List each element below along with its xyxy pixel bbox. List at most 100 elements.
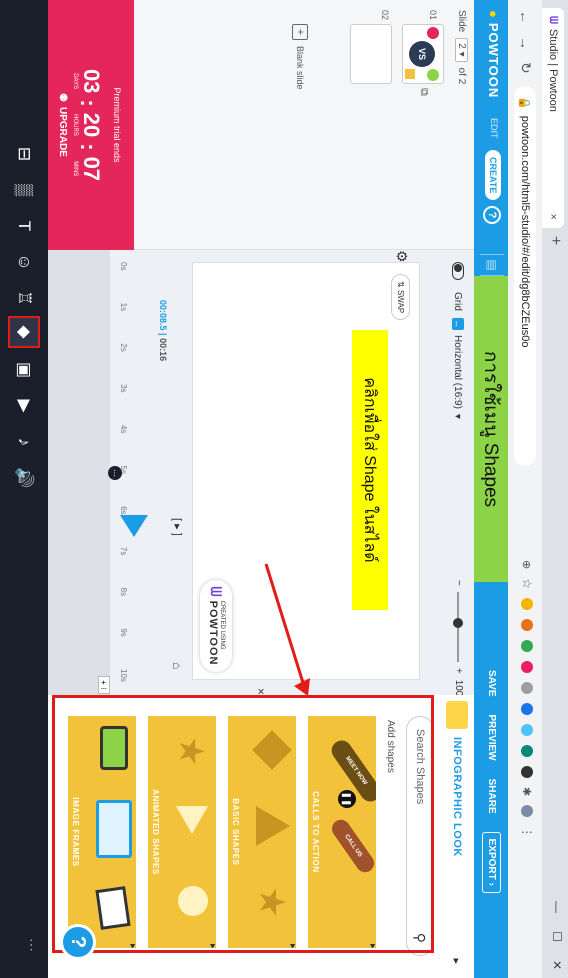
slide-count: of 2 (456, 67, 467, 85)
video-icon[interactable]: ▶ (10, 392, 38, 420)
create-mode-button[interactable]: CREATE (485, 150, 501, 201)
media-icon[interactable]: ▣ (10, 356, 38, 384)
browser-tab[interactable]: ᗯ Studio | Powtoon × (542, 8, 564, 228)
new-tab-icon[interactable]: + (546, 236, 564, 245)
blank-slide-button[interactable]: + Blank slide (292, 24, 308, 90)
shapes-icon[interactable]: ◆ (8, 316, 40, 348)
preview-button[interactable]: PREVIEW (486, 715, 497, 761)
expand-arrow-icon[interactable]: ▸ (451, 958, 464, 964)
zoom-slider-knob[interactable] (453, 617, 464, 628)
upgrade-button[interactable]: ⚉ UPGRADE (57, 0, 68, 250)
aspect-ratio-select[interactable]: ↔ Horizontal (16:9) ▾ (452, 318, 464, 419)
help-bubble-button[interactable]: ? (60, 924, 96, 960)
bg-pattern-icon[interactable]: ▒ (10, 176, 38, 204)
minimize-icon[interactable]: — (550, 901, 564, 913)
chevron-down-icon: ▾ (452, 413, 464, 419)
url-field[interactable]: 🔒 powtoon.com/html5-studio/#/edit/dg8bCZ… (514, 86, 536, 466)
countdown-mins: 07 MINS (72, 157, 104, 181)
slide-selector: Slide 2 ▾ of 2 (455, 10, 468, 84)
tick-label: 0s (119, 262, 128, 271)
lock-icon: 🔒 (518, 96, 531, 110)
vs-thumb: VS (409, 41, 435, 67)
forward-icon[interactable]: → (518, 36, 534, 50)
star-icon[interactable]: ☆ (520, 578, 534, 589)
extension-blue-icon[interactable] (521, 702, 533, 715)
mins-label: MINS (72, 161, 78, 177)
ratio-label: Horizontal (16:9) (452, 335, 464, 409)
upgrade-label: UPGRADE (57, 106, 68, 157)
extension-green-icon[interactable] (521, 639, 533, 652)
props-icon[interactable]: ♖ (10, 284, 38, 312)
tab-close-icon[interactable]: × (547, 214, 559, 220)
extension-teal-icon[interactable] (521, 744, 533, 757)
thumb-dot-icon (427, 69, 439, 81)
tick-label: 3s (119, 384, 128, 393)
bookmark-puzzle-icon[interactable]: ✱ (521, 787, 534, 796)
extension-lightblue-icon[interactable] (521, 723, 533, 736)
zoom-in-icon[interactable]: + (453, 668, 464, 674)
edit-mode-button[interactable]: EDIT (489, 118, 499, 139)
slide-thumbnail-1[interactable]: VS (402, 24, 444, 84)
powtoon-logo[interactable]: ● POWTOON (486, 10, 501, 98)
extension-icons: ⊕ ☆ ✱ ⋮ (520, 560, 534, 838)
share-button[interactable]: SHARE (486, 779, 497, 814)
logo-text: POWTOON (486, 22, 501, 99)
sound-icon[interactable]: 🔊 (10, 464, 38, 492)
ratio-icon: ↔ (452, 318, 464, 330)
thumb-square-icon (405, 69, 415, 79)
help-button[interactable]: ? (483, 206, 501, 224)
duplicate-slide-icon[interactable]: ⧉ (417, 88, 430, 96)
upgrade-icon: ⚉ (57, 93, 68, 102)
timeline-track[interactable] (48, 250, 110, 695)
reload-icon[interactable]: ↻ (517, 62, 534, 74)
panel-title: INFOGRAPHIC LOOK (451, 737, 463, 857)
panel-header[interactable]: INFOGRAPHIC LOOK ▸ (440, 695, 474, 978)
zoom-out-icon[interactable]: − (453, 580, 464, 586)
window-close-icon[interactable]: ✕ (550, 960, 564, 970)
export-label: EXPORT (486, 838, 497, 880)
playhead-handle[interactable]: ⋯ (108, 466, 122, 480)
extension-dark-icon[interactable] (521, 765, 533, 778)
created-using-badge: ᗯ CREATED USING POWTOON (200, 580, 232, 672)
tab-title: Studio | Powtoon (547, 28, 559, 112)
swap-button[interactable]: ⇅ SWAP (391, 274, 410, 321)
maximize-icon[interactable]: ☐ (550, 931, 564, 942)
powtoon-mark-icon: ᗯ (208, 586, 225, 597)
tick-label: 6s (119, 506, 128, 515)
profile-avatar[interactable] (521, 805, 533, 818)
collapse-panel-icon[interactable]: ▤ (480, 254, 504, 276)
logo-spark-icon: ● (486, 10, 501, 19)
more-tools-icon[interactable]: ⋯ (23, 938, 40, 952)
play-selection-button[interactable]: [ ▸ ] (171, 518, 184, 536)
grid-toggle[interactable] (452, 262, 464, 280)
character-icon[interactable]: ☺ (10, 248, 38, 276)
extension-pink-icon[interactable] (521, 660, 533, 673)
slide-number-select[interactable]: 2 ▾ (455, 38, 468, 62)
audio-icon[interactable]: ♪ (10, 428, 38, 456)
badge-text: CREATED USING POWTOON (207, 601, 226, 666)
tab-favicon-icon: ᗯ (547, 16, 560, 24)
countdown-hours: 20 HOURS (72, 113, 104, 137)
countdown-sep: : (76, 99, 101, 107)
extension-yellow-icon[interactable] (521, 597, 533, 610)
timeline-add-icon[interactable]: + ⁝ (98, 676, 110, 694)
extension-grey-icon[interactable] (521, 681, 533, 694)
slide-thumbnail-2[interactable] (350, 24, 392, 84)
window-controls: — ☐ ✕ (550, 901, 564, 970)
browser-menu-icon[interactable]: ⋮ (520, 826, 534, 838)
zoom-slider[interactable] (453, 591, 464, 662)
slide-label: Slide (456, 10, 467, 33)
zoom-icon[interactable]: ⊕ (521, 560, 534, 569)
export-button[interactable]: EXPORT › (482, 831, 501, 893)
countdown-days: 03 DAYS (72, 69, 104, 93)
back-icon[interactable]: ← (518, 10, 534, 24)
tick-label: 2s (119, 343, 128, 352)
extension-orange-icon[interactable] (521, 618, 533, 631)
save-button[interactable]: SAVE (486, 670, 497, 697)
badge-brand: POWTOON (206, 600, 219, 666)
home-icon[interactable]: ⊟ (10, 140, 38, 168)
total-time: 00:16 (158, 338, 168, 362)
text-icon[interactable]: T (10, 212, 38, 240)
tick-label: 1s (119, 302, 128, 312)
gear-icon[interactable]: ⚙ (393, 250, 410, 263)
